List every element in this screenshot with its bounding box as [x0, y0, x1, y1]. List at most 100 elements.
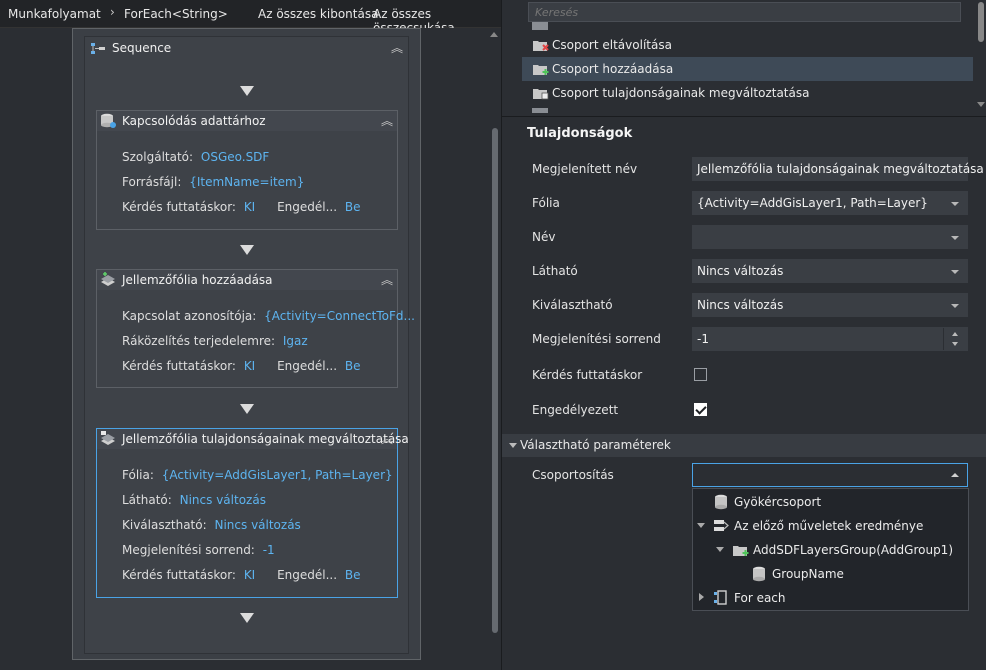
activity-card-add-layer[interactable]: Jellemzőfólia hozzáadása ︽ Kapcsolat azo…: [96, 269, 415, 388]
collapse-icon[interactable]: ︽: [391, 42, 403, 54]
flow-arrow-icon: [240, 613, 254, 623]
row-value[interactable]: KI: [244, 359, 255, 373]
row-value[interactable]: {ItemName=item}: [189, 175, 304, 189]
search-box[interactable]: [528, 2, 961, 22]
activity-card-header[interactable]: Jellemzőfólia tulajdonságainak megváltoz…: [97, 429, 409, 449]
field-value: Nincs változás: [697, 264, 784, 278]
row-value[interactable]: KI: [244, 568, 255, 582]
scroll-down-icon[interactable]: [977, 102, 985, 107]
list-item-partial[interactable]: [522, 104, 973, 113]
row-value[interactable]: {Activity=ConnectToFd...: [264, 309, 415, 323]
row-value[interactable]: KI: [244, 200, 255, 214]
list-item-label: Csoport hozzáadása: [552, 62, 674, 76]
collapse-icon[interactable]: ︽: [381, 274, 393, 286]
card-row: Kapcsolat azonosítója: {Activity=Connect…: [122, 309, 415, 323]
breadcrumb-current[interactable]: ForEach<String>: [124, 7, 228, 21]
results-icon: [714, 520, 729, 531]
prop-label-enabled: Engedélyezett: [532, 403, 619, 417]
designer-scrollbar[interactable]: [488, 28, 501, 670]
prop-label-visible: Látható: [532, 264, 578, 278]
row-label: Szolgáltató:: [122, 150, 194, 164]
row-label: Engedél...: [277, 568, 338, 582]
layer-dropdown[interactable]: {Activity=AddGisLayer1, Path=Layer}: [692, 191, 968, 215]
activity-card-header[interactable]: Kapcsolódás adattárhoz ︽: [97, 111, 397, 131]
flow-arrow-icon: [240, 245, 254, 255]
row-value[interactable]: -1: [263, 543, 275, 557]
change-group-icon: [533, 89, 549, 100]
properties-section: Tulajdonságok Megjelenített név Jellemző…: [502, 116, 986, 670]
chevron-down-icon[interactable]: [951, 270, 959, 274]
prop-label-layer: Fólia: [532, 196, 560, 210]
row-label: Megjelenítési sorrend:: [122, 543, 255, 557]
row-value[interactable]: Nincs változás: [180, 493, 266, 507]
display-order-spinner[interactable]: -1: [692, 327, 968, 351]
prompt-at-runtime-checkbox[interactable]: [694, 368, 707, 381]
row-value[interactable]: Be: [345, 568, 361, 582]
collapse-icon[interactable]: ︽: [381, 433, 393, 445]
list-scrollbar[interactable]: [975, 0, 986, 113]
row-value[interactable]: Be: [345, 200, 361, 214]
breadcrumb-root[interactable]: Munkafolyamat: [8, 7, 101, 21]
chevron-down-icon[interactable]: [951, 202, 959, 206]
section-title: Választható paraméterek: [520, 438, 671, 452]
selectable-dropdown[interactable]: Nincs változás: [692, 293, 968, 317]
spinner-buttons[interactable]: [943, 328, 967, 350]
card-row: Szolgáltató: OSGeo.SDF: [122, 150, 269, 164]
database-icon: [715, 494, 727, 510]
card-row: Ráközelítés terjedelemre: Igaz: [122, 334, 308, 348]
activity-card-header[interactable]: Jellemzőfólia hozzáadása ︽: [97, 270, 397, 290]
display-name-input[interactable]: Jellemzőfólia tulajdonságainak megváltoz…: [692, 157, 984, 181]
optional-parameters-section[interactable]: Választható paraméterek: [502, 434, 986, 457]
card-row: Kiválasztható: Nincs változás: [122, 518, 301, 532]
activity-list: Csoport eltávolítása Csoport hozzáadása …: [502, 0, 986, 113]
row-value[interactable]: {Activity=AddGisLayer1, Path=Layer}: [162, 468, 393, 482]
grouping-dropdown[interactable]: [692, 463, 968, 487]
row-label: Kapcsolat azonosítója:: [122, 309, 257, 323]
row-label: Engedél...: [277, 359, 338, 373]
row-label: Látható:: [122, 493, 172, 507]
row-label: Ráközelítés terjedelemre:: [122, 334, 276, 348]
expand-arrow-icon[interactable]: [509, 443, 517, 448]
scrollbar-thumb[interactable]: [978, 2, 984, 42]
chevron-up-icon[interactable]: [951, 473, 959, 477]
scrollbar-thumb[interactable]: [492, 128, 498, 633]
name-dropdown[interactable]: [692, 225, 968, 249]
chevron-down-icon[interactable]: [951, 236, 959, 240]
row-label: Forrásfájl:: [122, 175, 182, 189]
row-label: Kiválasztható:: [122, 518, 207, 532]
row-value[interactable]: Igaz: [283, 334, 308, 348]
activity-card-change-layer[interactable]: Jellemzőfólia tulajdonságainak megváltoz…: [96, 428, 409, 598]
row-label: Kérdés futtatáskor:: [122, 568, 236, 582]
visible-dropdown[interactable]: Nincs változás: [692, 259, 968, 283]
field-value: Nincs változás: [697, 298, 784, 312]
expand-arrow-icon[interactable]: [697, 523, 705, 528]
tree-node-label: GroupName: [772, 567, 844, 581]
row-value[interactable]: Be: [345, 359, 361, 373]
tree-node-label: Az előző műveletek eredménye: [734, 519, 924, 533]
list-item-change-group[interactable]: Csoport tulajdonságainak megváltoztatása: [522, 81, 973, 105]
row-value[interactable]: OSGeo.SDF: [201, 150, 269, 164]
add-layer-icon: [101, 272, 115, 286]
collapse-icon[interactable]: ︽: [381, 115, 393, 127]
scroll-up-icon[interactable]: [490, 32, 498, 37]
flow-arrow-icon: [240, 404, 254, 414]
spinner-down-icon[interactable]: [952, 342, 958, 346]
list-item-add-group[interactable]: Csoport hozzáadása: [522, 57, 973, 81]
activity-card-title: Jellemzőfólia hozzáadása: [122, 273, 273, 287]
activity-card-title: Kapcsolódás adattárhoz: [122, 114, 266, 128]
activity-card-connect[interactable]: Kapcsolódás adattárhoz ︽ Szolgáltató: OS…: [96, 110, 398, 230]
sequence-title: Sequence: [112, 41, 172, 55]
chevron-down-icon[interactable]: [951, 304, 959, 308]
expand-all-button[interactable]: Az összes kibontása: [258, 7, 378, 21]
sequence-header[interactable]: Sequence ︽: [84, 36, 409, 60]
list-item-remove-group[interactable]: Csoport eltávolítása: [522, 33, 973, 57]
row-label: Engedél...: [277, 200, 338, 214]
remove-group-icon: [533, 41, 549, 51]
row-value[interactable]: Nincs változás: [214, 518, 300, 532]
field-value: Jellemzőfólia tulajdonságainak megváltoz…: [697, 162, 984, 176]
spinner-up-icon[interactable]: [952, 332, 958, 336]
enabled-checkbox[interactable]: [694, 403, 707, 416]
search-input[interactable]: [529, 3, 960, 21]
expand-arrow-icon[interactable]: [716, 547, 724, 552]
expand-arrow-icon[interactable]: [699, 593, 704, 601]
